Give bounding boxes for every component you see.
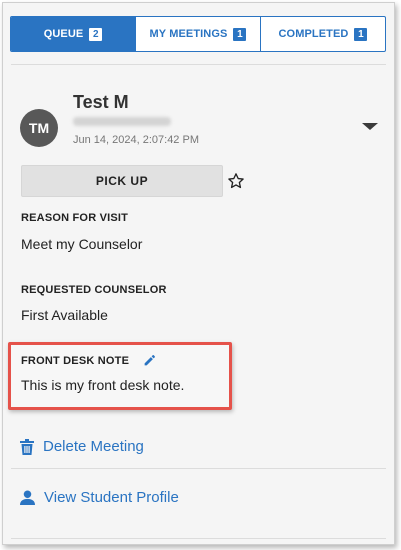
reason-value: Meet my Counselor — [21, 236, 143, 252]
counselor-label: REQUESTED COUNSELOR — [21, 284, 167, 296]
tab-completed-label: COMPLETED — [278, 28, 349, 40]
divider — [11, 538, 386, 539]
pencil-icon[interactable] — [143, 354, 156, 367]
trash-icon — [20, 438, 34, 455]
tab-my-meetings[interactable]: MY MEETINGS 1 — [136, 17, 261, 51]
pick-up-button[interactable]: PICK UP — [21, 165, 223, 197]
tab-completed[interactable]: COMPLETED 1 — [261, 17, 385, 51]
chevron-down-icon[interactable] — [362, 123, 378, 130]
star-icon[interactable] — [227, 172, 245, 190]
meeting-timestamp: Jun 14, 2024, 2:07:42 PM — [73, 134, 199, 146]
counselor-value: First Available — [21, 307, 108, 323]
tab-completed-count: 1 — [354, 27, 368, 41]
tab-my-meetings-label: MY MEETINGS — [149, 28, 228, 40]
view-student-profile-link[interactable]: View Student Profile — [20, 489, 179, 506]
front-desk-note-text: This is my front desk note. — [21, 377, 185, 393]
user-icon — [20, 490, 35, 505]
divider — [11, 64, 386, 65]
delete-meeting-label: Delete Meeting — [43, 438, 144, 455]
avatar: TM — [20, 109, 58, 147]
meeting-panel: QUEUE 2 MY MEETINGS 1 COMPLETED 1 TM Tes… — [2, 2, 395, 545]
student-name: Test M — [73, 92, 129, 112]
front-desk-note-highlight — [8, 342, 232, 410]
redacted-student-id — [73, 117, 171, 126]
front-desk-note-label: FRONT DESK NOTE — [21, 355, 130, 367]
divider — [11, 468, 386, 469]
tab-bar: QUEUE 2 MY MEETINGS 1 COMPLETED 1 — [10, 16, 386, 52]
reason-label: REASON FOR VISIT — [21, 212, 129, 224]
tab-queue[interactable]: QUEUE 2 — [11, 17, 136, 51]
tab-queue-count: 2 — [89, 27, 103, 41]
tab-my-meetings-count: 1 — [233, 27, 247, 41]
delete-meeting-link[interactable]: Delete Meeting — [20, 438, 144, 455]
view-student-profile-label: View Student Profile — [44, 489, 179, 506]
tab-queue-label: QUEUE — [43, 28, 84, 40]
